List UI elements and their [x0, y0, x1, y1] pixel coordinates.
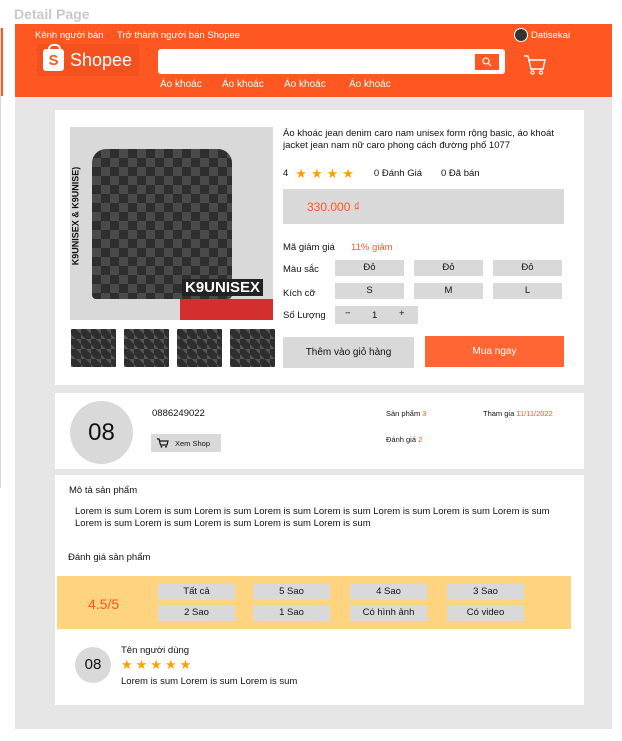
shop-rating-label: Đánh giá: [386, 435, 417, 444]
reviews-title: Đánh giá sản phẩm: [68, 552, 151, 563]
buy-now-button[interactable]: Mua ngay: [425, 336, 564, 367]
reviewer-stars: ★ ★ ★ ★ ★: [121, 658, 191, 671]
shop-products-label: Sản phẩm: [386, 409, 421, 418]
color-option-2[interactable]: Đỏ: [414, 260, 483, 276]
color-option-3[interactable]: Đỏ: [493, 260, 562, 276]
cart-icon[interactable]: [523, 54, 547, 76]
size-option-s[interactable]: S: [335, 283, 404, 299]
discount-value[interactable]: 11% giảm: [351, 242, 393, 253]
left-edge-marks: [0, 28, 3, 488]
rating-value: 4: [283, 168, 289, 179]
qty-value[interactable]: 1: [372, 310, 377, 321]
jacket-image: [92, 149, 232, 299]
shop-phone: 0886249022: [152, 408, 205, 419]
qty-minus-button[interactable]: −: [345, 308, 351, 319]
star-icon: ★: [150, 657, 162, 672]
filter-5-star[interactable]: 5 Sao: [253, 584, 330, 600]
search-icon: [482, 57, 492, 67]
thumbnail-4[interactable]: [229, 328, 276, 368]
review-count: 0 Đánh Giá: [373, 168, 422, 179]
cart-icon: [157, 438, 169, 448]
average-score: 4.5/5: [88, 596, 120, 612]
filter-2-star[interactable]: 2 Sao: [158, 605, 235, 621]
become-seller-link[interactable]: Trở thành người bán Shopee: [117, 30, 240, 41]
qty-plus-button[interactable]: +: [399, 308, 405, 319]
thumbnail-strip: [70, 328, 276, 368]
image-side-text: K9UNISEX & K9UNISE): [70, 166, 81, 266]
image-brand: K9UNISEX: [182, 279, 264, 296]
logo-text: Shopee: [70, 49, 133, 70]
page-frame: Kênh người bán Trở thành người bán Shope…: [15, 24, 612, 729]
filter-all[interactable]: Tất cả: [158, 584, 235, 600]
filter-with-images[interactable]: Có hình ảnh: [350, 605, 427, 621]
star-icon: ★: [342, 166, 354, 181]
sold-count: 0 Đã bán: [440, 168, 480, 179]
filter-4-star[interactable]: 4 Sao: [350, 584, 427, 600]
shopee-logo[interactable]: S Shopee: [37, 44, 139, 76]
product-main-image[interactable]: K9UNISEX & K9UNISE) K9UNISEX: [70, 127, 273, 320]
header: Kênh người bán Trở thành người bán Shope…: [15, 24, 612, 97]
discount-label: Mã giảm giá: [283, 242, 335, 253]
filter-with-video[interactable]: Có video: [447, 605, 524, 621]
shop-products-value: 3: [422, 409, 427, 418]
color-option-1[interactable]: Đỏ: [335, 260, 404, 276]
shop-rating-value: 2: [418, 435, 423, 444]
star-icon: ★: [326, 166, 339, 181]
image-ribbon: [180, 299, 273, 320]
quantity-label: Số Lượng: [283, 310, 326, 321]
product-card: K9UNISEX & K9UNISE) K9UNISEX Áo khoác je…: [55, 110, 584, 385]
filter-1-star[interactable]: 1 Sao: [253, 605, 330, 621]
shop-joined-label: Tham gia: [483, 409, 515, 418]
shop-joined-value: 11/11/2022: [516, 409, 553, 418]
star-icon: ★: [164, 657, 177, 672]
description-title: Mô tả sản phẩm: [69, 485, 138, 496]
user-menu[interactable]: Datisekai: [514, 28, 570, 42]
quantity-stepper: − 1 +: [335, 306, 418, 324]
quick-link-1[interactable]: Áo khoác: [160, 79, 202, 90]
star-icon: ★: [310, 166, 323, 181]
description-text: Lorem is sum Lorem is sum Lorem is sum L…: [75, 506, 550, 529]
shop-card: 08 0886249022 Xem Shop Sản phẩm 3 Tham g…: [55, 393, 584, 469]
star-icon: ★: [121, 657, 133, 672]
quick-link-2[interactable]: Áo khoác: [222, 79, 264, 90]
add-to-cart-button[interactable]: Thêm vào giỏ hàng: [283, 337, 414, 368]
username: Datisekai: [531, 29, 571, 41]
view-shop-label: Xem Shop: [175, 438, 211, 448]
seller-channel-link[interactable]: Kênh người bán: [35, 30, 104, 41]
shop-joined-stat: Tham gia 11/11/2022: [483, 409, 553, 418]
star-icon: ★: [135, 657, 148, 672]
rating-row: 4 ★ ★ ★ ★ 0 Đánh Giá 0 Đã bán: [283, 167, 480, 180]
quick-link-4[interactable]: Áo khoác: [349, 79, 391, 90]
description-reviews-card: Mô tả sản phẩm Lorem is sum Lorem is sum…: [55, 475, 584, 705]
shopping-bag-icon: S: [43, 44, 64, 71]
view-shop-button[interactable]: Xem Shop: [151, 434, 221, 452]
size-option-m[interactable]: M: [414, 283, 483, 299]
shop-products-stat: Sản phẩm 3: [386, 409, 426, 418]
shop-avatar[interactable]: 08: [70, 401, 133, 464]
review-filter-bar: 4.5/5 Tất cả 5 Sao 4 Sao 3 Sao 2 Sao 1 S…: [57, 576, 571, 629]
price: 330.000 ₫: [307, 200, 360, 214]
star-icon: ★: [295, 166, 307, 181]
thumbnail-1[interactable]: [70, 328, 117, 368]
color-label: Màu sắc: [283, 264, 319, 275]
filter-3-star[interactable]: 3 Sao: [447, 584, 524, 600]
size-label: Kích cỡ: [283, 288, 316, 299]
product-stars: ★ ★ ★ ★: [295, 167, 354, 180]
shop-rating-stat: Đánh giá 2: [386, 435, 422, 444]
size-option-l[interactable]: L: [493, 283, 562, 299]
reviewer-name: Tên người dùng: [121, 645, 190, 656]
thumbnail-2[interactable]: [123, 328, 170, 368]
search-input[interactable]: [158, 49, 505, 74]
thumbnail-3[interactable]: [176, 328, 223, 368]
page-label: Detail Page: [14, 6, 90, 22]
search-button[interactable]: [475, 54, 499, 70]
review-text: Lorem is sum Lorem is sum Lorem is sum: [121, 676, 298, 687]
reviewer-avatar: 08: [75, 647, 111, 683]
star-icon: ★: [179, 657, 192, 672]
product-title: Áo khoác jean denim caro nam unisex form…: [283, 128, 554, 151]
price-box: 330.000 ₫: [283, 189, 564, 224]
quick-link-3[interactable]: Áo khoác: [284, 79, 326, 90]
user-avatar: [514, 28, 528, 42]
